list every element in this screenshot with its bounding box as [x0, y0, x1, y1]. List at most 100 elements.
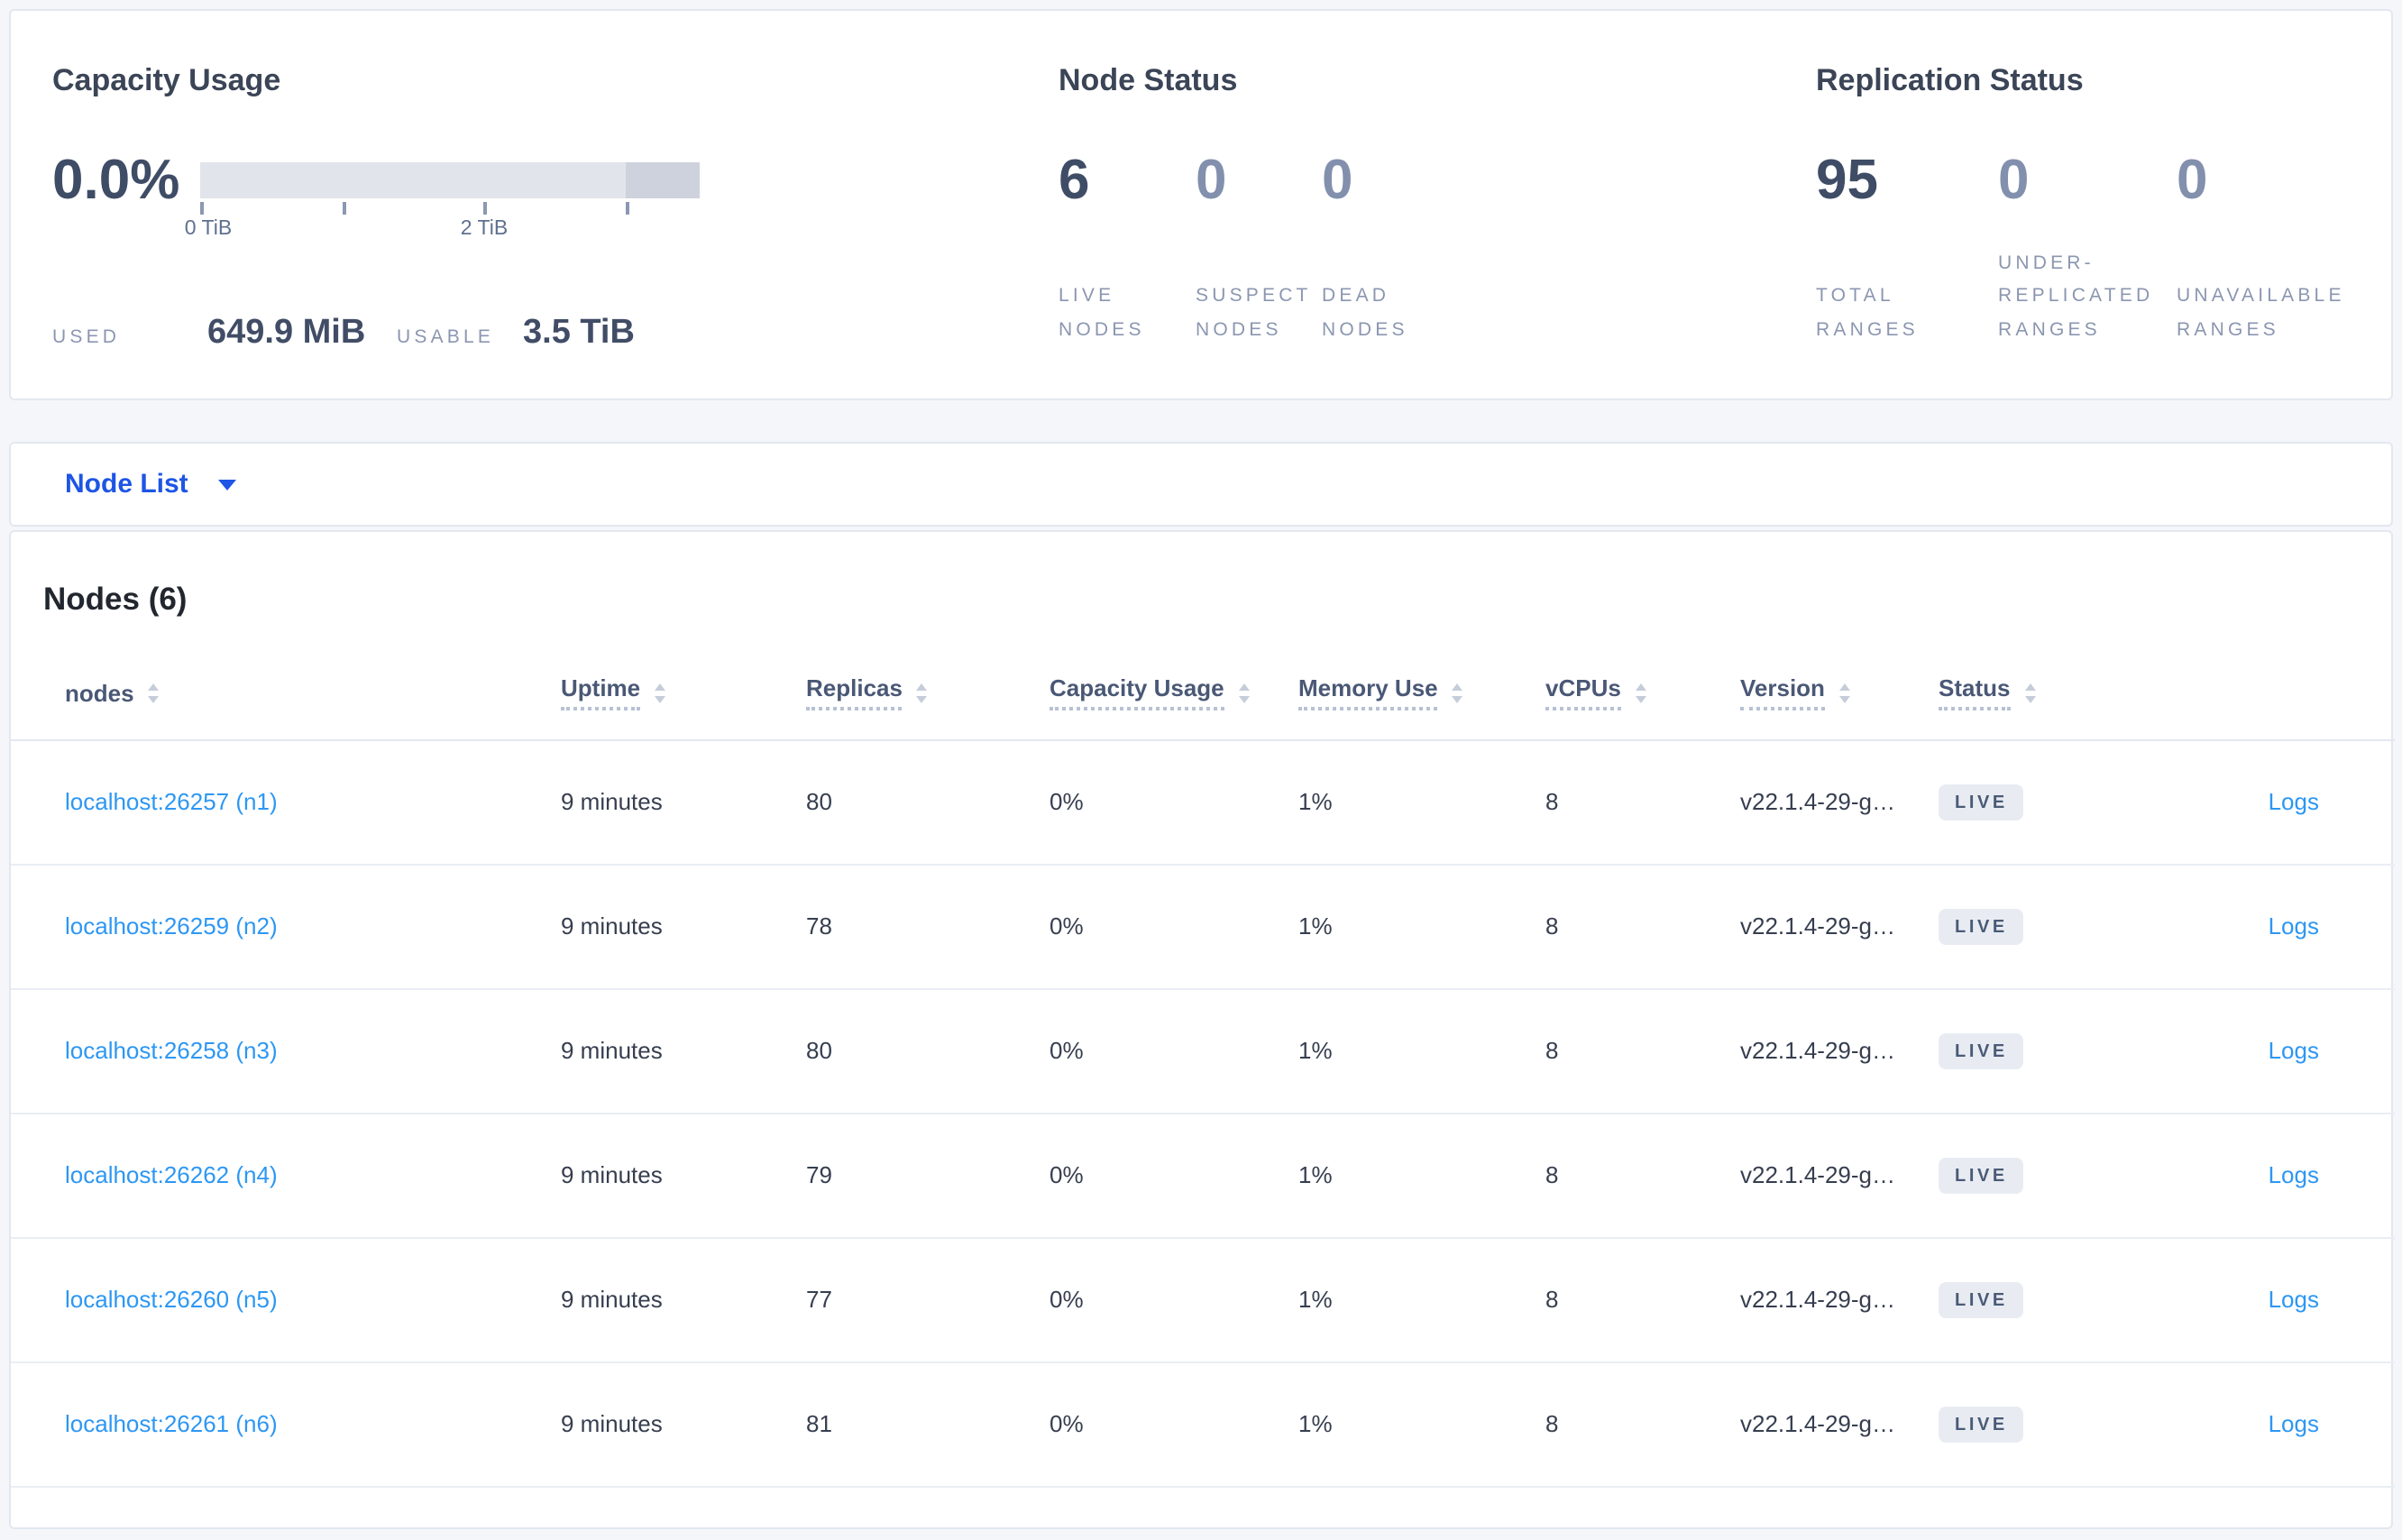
status-badge: LIVE	[1939, 908, 2024, 944]
uptime-cell: 9 minutes	[561, 739, 806, 865]
total-ranges-label: TOTAL RANGES	[1816, 285, 1919, 340]
logs-link[interactable]: Logs	[2269, 1410, 2319, 1437]
overview-page: Capacity Usage 0.0% 0 TiB 2 TiB USED 649…	[0, 0, 2402, 1540]
logs-link[interactable]: Logs	[2269, 1161, 2319, 1188]
column-header-uptime[interactable]: Uptime	[561, 647, 806, 740]
uptime-cell: 9 minutes	[561, 864, 806, 989]
version-cell: v22.1.4-29-g…	[1740, 1113, 1939, 1238]
sort-icon	[1838, 683, 1850, 702]
replication-status-title: Replication Status	[1816, 63, 2084, 97]
node-link[interactable]: localhost:26259 (n2)	[65, 912, 278, 940]
vcpus-cell: 8	[1545, 739, 1740, 865]
gauge-tick-label-0: 0 TiB	[184, 218, 233, 240]
live-nodes-value: 6	[1059, 148, 1090, 211]
version-cell: v22.1.4-29-g…	[1740, 988, 1939, 1114]
suspect-nodes-label: SUSPECT NODES	[1196, 285, 1312, 340]
status-badge: LIVE	[1939, 784, 2024, 820]
sort-icon	[916, 683, 928, 702]
replicas-cell: 79	[806, 1113, 1050, 1238]
capacity-gauge-bar-dark-segment	[625, 162, 699, 198]
status-cell: LIVE	[1939, 988, 2137, 1114]
capacity-usage-cell: 0%	[1050, 864, 1298, 989]
node-cell: localhost:26261 (n6)	[11, 1361, 561, 1487]
capacity-usage-cell: 0%	[1050, 1113, 1298, 1238]
sort-icon	[148, 683, 160, 702]
gauge-tick-0	[200, 202, 204, 215]
gauge-tick-label-2: 2 TiB	[460, 218, 509, 240]
sort-icon	[2024, 683, 2036, 702]
chevron-down-icon	[218, 479, 237, 490]
used-label: USED	[52, 326, 121, 348]
vcpus-cell: 8	[1545, 864, 1740, 989]
column-header-capacity-usage[interactable]: Capacity Usage	[1050, 647, 1298, 740]
replicas-cell: 80	[806, 988, 1050, 1114]
dead-nodes-label: DEAD NODES	[1322, 285, 1408, 340]
unavailable-ranges-value: 0	[2177, 148, 2208, 211]
gauge-tick-1	[342, 202, 345, 215]
node-status-title: Node Status	[1059, 63, 1238, 97]
capacity-usage-title: Capacity Usage	[52, 63, 281, 97]
column-header-logs	[2137, 647, 2395, 740]
sort-icon	[1238, 683, 1250, 702]
under-replicated-ranges-label: UNDER- REPLICATED RANGES	[1998, 252, 2154, 340]
column-header-replicas[interactable]: Replicas	[806, 647, 1050, 740]
sort-icon	[655, 683, 666, 702]
gauge-tick-2	[483, 202, 487, 215]
status-badge: LIVE	[1939, 1281, 2024, 1317]
status-cell: LIVE	[1939, 1113, 2137, 1238]
capacity-gauge-bar	[199, 162, 699, 198]
node-list-dropdown-label: Node List	[65, 469, 188, 500]
node-cell: localhost:26257 (n1)	[11, 739, 561, 865]
capacity-usage-cell: 0%	[1050, 1237, 1298, 1362]
column-header-status[interactable]: Status	[1939, 647, 2137, 740]
status-badge: LIVE	[1939, 1032, 2024, 1068]
column-header-vcpus[interactable]: vCPUs	[1545, 647, 1740, 740]
node-link[interactable]: localhost:26258 (n3)	[65, 1037, 278, 1064]
capacity-usage-cell: 0%	[1050, 739, 1298, 865]
logs-cell: Logs	[2137, 988, 2395, 1114]
column-header-memory-use[interactable]: Memory Use	[1298, 647, 1545, 740]
uptime-cell: 9 minutes	[561, 1237, 806, 1362]
logs-cell: Logs	[2137, 739, 2395, 865]
logs-link[interactable]: Logs	[2269, 912, 2319, 940]
logs-cell: Logs	[2137, 1237, 2395, 1362]
nodes-table-title: Nodes (6)	[43, 581, 188, 617]
capacity-usage-cell: 0%	[1050, 1361, 1298, 1487]
memory-use-cell: 1%	[1298, 988, 1545, 1114]
suspect-nodes-value: 0	[1196, 148, 1227, 211]
node-link[interactable]: localhost:26262 (n4)	[65, 1161, 278, 1188]
node-list-dropdown[interactable]: Node List	[65, 444, 237, 525]
uptime-cell: 9 minutes	[561, 988, 806, 1114]
node-link[interactable]: localhost:26257 (n1)	[65, 788, 278, 815]
logs-link[interactable]: Logs	[2269, 1037, 2319, 1064]
logs-link[interactable]: Logs	[2269, 788, 2319, 815]
column-header-nodes[interactable]: nodes	[11, 647, 561, 740]
column-header-version[interactable]: Version	[1740, 647, 1939, 740]
vcpus-cell: 8	[1545, 1113, 1740, 1238]
table-header-row: nodes Uptime Replicas Capacity Usage Mem…	[11, 647, 2395, 740]
vcpus-cell: 8	[1545, 1237, 1740, 1362]
total-ranges-value: 95	[1816, 148, 1878, 211]
logs-link[interactable]: Logs	[2269, 1286, 2319, 1313]
capacity-usage-cell: 0%	[1050, 988, 1298, 1114]
status-badge: LIVE	[1939, 1406, 2024, 1442]
version-cell: v22.1.4-29-g…	[1740, 1237, 1939, 1362]
replicas-cell: 80	[806, 739, 1050, 865]
dead-nodes-value: 0	[1322, 148, 1353, 211]
node-cell: localhost:26260 (n5)	[11, 1237, 561, 1362]
status-badge: LIVE	[1939, 1157, 2024, 1193]
vcpus-cell: 8	[1545, 1361, 1740, 1487]
memory-use-cell: 1%	[1298, 1237, 1545, 1362]
logs-cell: Logs	[2137, 864, 2395, 989]
node-link[interactable]: localhost:26261 (n6)	[65, 1410, 278, 1437]
memory-use-cell: 1%	[1298, 739, 1545, 865]
live-nodes-label: LIVE NODES	[1059, 285, 1145, 340]
node-link[interactable]: localhost:26260 (n5)	[65, 1286, 278, 1313]
nodes-table-card: Nodes (6) nodes Uptime Replicas Capacity…	[9, 530, 2395, 1529]
table-row: localhost:26260 (n5) 9 minutes 77 0% 1% …	[11, 1237, 2395, 1362]
replicas-cell: 77	[806, 1237, 1050, 1362]
memory-use-cell: 1%	[1298, 1113, 1545, 1238]
sort-icon	[1635, 683, 1646, 702]
replicas-cell: 78	[806, 864, 1050, 989]
node-cell: localhost:26258 (n3)	[11, 988, 561, 1114]
